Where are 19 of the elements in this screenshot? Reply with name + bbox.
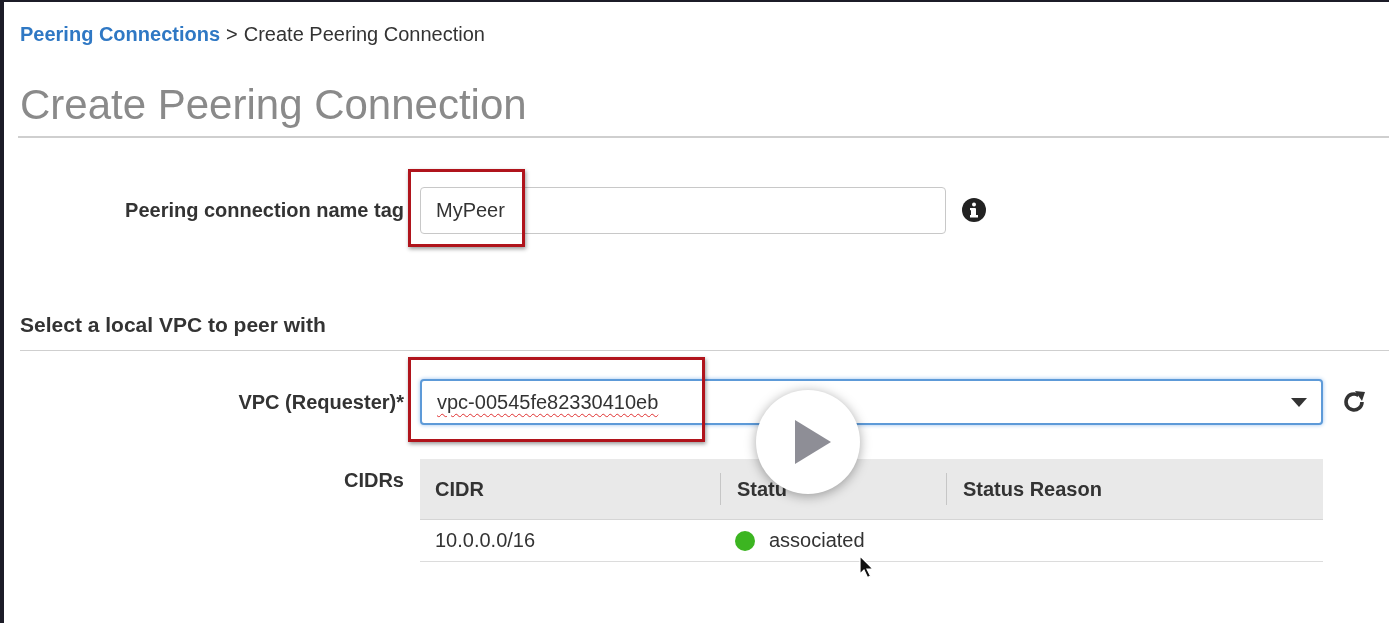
column-header: CIDR — [434, 476, 485, 502]
field-label: Peering connection name tag — [124, 198, 404, 222]
breadcrumb-link[interactable]: Peering Connections — [20, 23, 221, 45]
play-icon — [795, 420, 831, 464]
breadcrumb-current: Create Peering Connection — [243, 23, 485, 45]
info-icon — [962, 198, 986, 222]
refresh-icon[interactable] — [1341, 389, 1367, 415]
field-label: CIDRs — [343, 468, 404, 492]
cursor-icon — [859, 555, 875, 579]
dropdown-caret-icon — [1291, 397, 1307, 407]
column-header: Status Reason — [946, 473, 1323, 505]
page-title: Create Peering Connection — [18, 80, 1389, 138]
status-text: associated — [769, 529, 865, 552]
name-input-field[interactable]: MyPeer — [420, 186, 946, 234]
vpc-select[interactable]: vpc-00545fe82330410eb — [420, 379, 1323, 425]
breadcrumb-separator: > — [226, 23, 238, 45]
section-heading: Select a local VPC to peer with — [20, 312, 1389, 351]
field-label: VPC (Requester)* — [237, 390, 404, 414]
table-cell: 10.0.0.0/16 — [435, 529, 536, 552]
